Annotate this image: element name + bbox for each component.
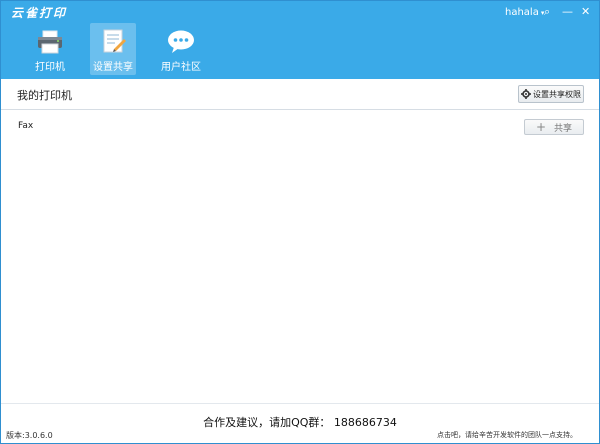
search-icon[interactable]: ⌕: [544, 6, 550, 18]
share-button-label: 共享: [554, 123, 573, 134]
gear-icon: [521, 89, 531, 99]
share-permissions-button[interactable]: 设置共享权限: [518, 85, 584, 103]
nav-share-settings-label: 设置共享: [93, 62, 133, 73]
username: hahala: [505, 7, 539, 18]
footer: 合作及建议，请加QQ群： 188686734 版本:3.0.6.0 点击吧，请给…: [1, 403, 599, 443]
contact-info: 合作及建议，请加QQ群： 188686734: [203, 416, 397, 429]
share-permissions-label: 设置共享权限: [533, 89, 581, 99]
app-window: 云雀打印 hahala ▾ ⌕ — ✕ 打印机 设置共享 用户社区 我的打印机 …: [0, 0, 600, 444]
printer-icon: [38, 30, 62, 54]
nav-printers[interactable]: 打印机: [27, 23, 73, 75]
chat-bubble-icon: [168, 30, 194, 53]
plus-icon: +: [535, 120, 547, 134]
share-button[interactable]: + 共享: [524, 119, 584, 135]
list-item[interactable]: Fax + 共享: [1, 115, 599, 137]
version-label: 版本:3.0.6.0: [6, 431, 53, 440]
user-menu[interactable]: hahala ▾: [505, 7, 544, 18]
support-tip-link[interactable]: 点击吧，请给辛苦开发软件的团队一点支持。: [437, 430, 577, 440]
page-title: 我的打印机: [17, 89, 72, 102]
share-settings-icon: [103, 29, 126, 53]
nav-community-label: 用户社区: [161, 62, 201, 73]
printer-name: Fax: [18, 121, 34, 131]
printer-list-header: 我的打印机 设置共享权限: [1, 79, 599, 110]
nav-share-settings[interactable]: 设置共享: [90, 23, 136, 75]
nav-community[interactable]: 用户社区: [158, 23, 204, 75]
title-bar: 云雀打印 hahala ▾ ⌕ — ✕ 打印机 设置共享 用户社区: [1, 1, 599, 79]
minimize-button[interactable]: —: [562, 6, 573, 18]
nav-printers-label: 打印机: [35, 62, 65, 73]
app-title: 云雀打印: [11, 6, 68, 20]
close-button[interactable]: ✕: [581, 6, 590, 18]
